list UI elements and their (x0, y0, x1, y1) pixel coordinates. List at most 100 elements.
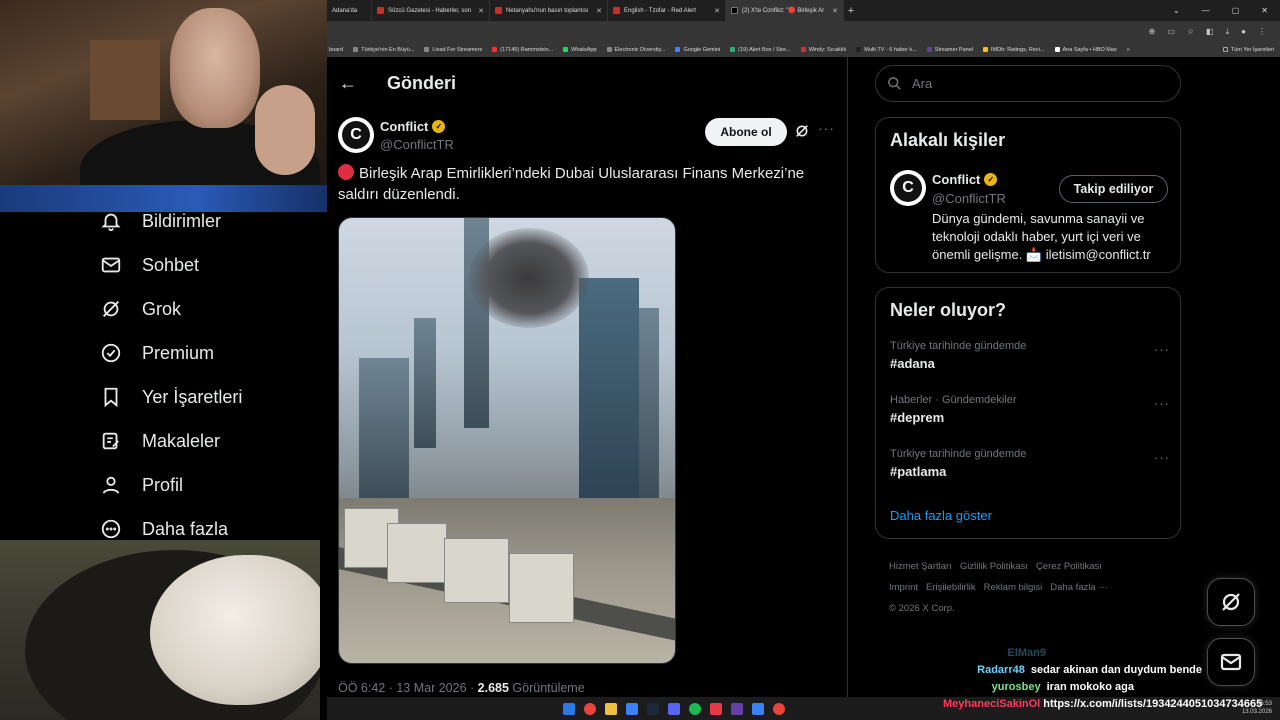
spotify-icon[interactable] (688, 702, 701, 715)
browser-tab[interactable]: English - Tzofar - Red Alert ✕ (608, 0, 726, 21)
bookmark[interactable]: Windy: Sıcaklık (800, 47, 846, 53)
bookmark[interactable]: WhatsApp (563, 47, 597, 53)
related-name[interactable]: Conflict ✓ (932, 172, 998, 187)
tab-favicon-icon (377, 7, 384, 14)
browser-tab[interactable]: Netanyahu'nun basın toplantısı ✕ (490, 0, 608, 21)
trend-context: Türkiye tarihinde gündemde (890, 340, 1027, 352)
zoom-icon[interactable]: ⊕ (1149, 27, 1156, 36)
stream-chat-overlay: ElMan9 Radarr48 sedar akinan dan duydum b… (930, 645, 1280, 696)
file-explorer-icon[interactable] (604, 702, 617, 715)
profile-avatar-icon[interactable]: ● (1241, 27, 1246, 36)
bookmark[interactable]: Ana Sayfa • HBO Max (1054, 47, 1117, 53)
bookmark[interactable]: Multi TV - 6 haber k... (856, 47, 917, 53)
bookmark-favicon-icon (606, 47, 612, 52)
app-icon[interactable] (730, 702, 743, 715)
bookmark-favicon-icon (563, 47, 569, 52)
bookmarks-more-icon[interactable]: » (1127, 47, 1130, 53)
cast-icon[interactable]: ▭ (1167, 27, 1175, 36)
copyright: © 2026 X Corp. (889, 603, 955, 614)
close-tab-icon[interactable]: ✕ (832, 7, 838, 15)
sidebar-item-grok[interactable]: Grok (100, 298, 181, 320)
author-name[interactable]: Conflict ✓ (380, 119, 446, 134)
sidebar-item-more[interactable]: Daha fazla (100, 518, 228, 540)
bookmark[interactable]: IMDb: Ratings, Revi... (983, 47, 1045, 53)
avatar[interactable]: C (890, 170, 926, 206)
close-tab-icon[interactable]: ✕ (596, 7, 602, 15)
show-more-link[interactable]: Daha fazla göster (890, 508, 992, 523)
author-handle[interactable]: @ConflictTR (380, 137, 454, 152)
bookmark[interactable]: Streamer Panel (926, 46, 973, 53)
minimize-icon[interactable]: — (1202, 6, 1210, 15)
app-icon[interactable] (625, 702, 638, 715)
trend-more-icon[interactable]: ··· (1154, 450, 1170, 465)
following-button[interactable]: Takip ediliyor (1059, 175, 1168, 203)
steam-icon[interactable] (646, 702, 659, 715)
browser-menu-icon[interactable]: ⋮ (1258, 27, 1266, 36)
tab-title: Adana'da (332, 7, 358, 14)
star-icon[interactable]: ☆ (1187, 27, 1194, 36)
chrome-icon[interactable] (772, 702, 785, 715)
grok-fab-button[interactable] (1207, 578, 1255, 626)
bookmark-favicon-icon (926, 47, 932, 52)
browser-tab[interactable]: Adana'da (327, 0, 372, 21)
browser-tab[interactable]: Sözcü Gazetesi - Haberler, son ✕ (372, 0, 490, 21)
webcam-overlay (0, 0, 327, 212)
trend-item[interactable]: Türkiye tarihinde gündemde #patlama ··· (890, 448, 1170, 479)
app-icon[interactable] (751, 702, 764, 715)
tweet-timestamp[interactable]: ÖÖ 6:42 · 13 Mar 2026 · (338, 681, 478, 695)
red-circle-icon (338, 164, 354, 180)
back-arrow-icon[interactable]: ← (339, 73, 359, 94)
footer-link[interactable]: Gizlilik Politikası (960, 561, 1028, 572)
related-name-label: Conflict (932, 172, 981, 187)
bell-icon (101, 213, 121, 232)
footer-link[interactable]: Daha fazla ··· (1050, 582, 1108, 593)
bookmark[interactable]: Google Gemini (675, 47, 720, 53)
tab-search-icon[interactable]: ⌄ (1173, 6, 1180, 15)
bookmark[interactable]: board (329, 47, 343, 53)
discord-icon[interactable] (667, 702, 680, 715)
subscribe-button[interactable]: Abone ol (705, 118, 787, 146)
close-window-icon[interactable]: ✕ (1261, 6, 1268, 15)
sidebar-item-chat[interactable]: Sohbet (100, 254, 199, 276)
all-bookmarks[interactable]: Tüm Yer İşaretleri (1222, 47, 1280, 53)
trend-item[interactable]: Haberler · Gündemdekiler #deprem ··· (890, 394, 1170, 425)
post-author: C Conflict ✓ @ConflictTR Abone ol ··· (338, 117, 838, 157)
bookmark[interactable]: Livad For Streamers (424, 47, 482, 53)
bookmark[interactable]: (17145) Rammstein... (492, 47, 553, 53)
more-options-icon[interactable]: ··· (818, 120, 835, 136)
trend-more-icon[interactable]: ··· (1154, 396, 1170, 411)
new-tab-icon[interactable]: + (844, 5, 858, 17)
browser-tab-active[interactable]: (2) X'te Conflict: "🔴 Birleşik Ar ✕ (726, 0, 844, 21)
footer-link[interactable]: Erişilebilirlik (926, 582, 976, 593)
bookmark-favicon-icon (353, 47, 359, 52)
close-tab-icon[interactable]: ✕ (714, 7, 720, 15)
avatar[interactable]: C (338, 117, 374, 153)
chrome-icon[interactable] (583, 702, 596, 715)
search-input[interactable]: Ara (875, 65, 1181, 102)
sidebar-item-label: Grok (142, 298, 182, 319)
windows-start-icon[interactable] (562, 702, 575, 715)
close-tab-icon[interactable]: ✕ (478, 7, 484, 15)
sidebar-item-profile[interactable]: Profil (100, 474, 183, 496)
extensions-icon[interactable]: ◧ (1206, 27, 1214, 36)
sidebar-item-notifications[interactable]: Bildirimler (100, 210, 221, 232)
bookmark-label: Streamer Panel (934, 46, 973, 53)
bookmark[interactable]: (19) Alert Box / Stre... (730, 47, 791, 53)
sidebar-item-articles[interactable]: Makaleler (100, 430, 220, 452)
sidebar-item-premium[interactable]: Premium (100, 342, 214, 364)
footer-link[interactable]: Reklam bilgisi (984, 582, 1043, 593)
footer-link[interactable]: Hizmet Şartları (889, 561, 952, 572)
footer-link[interactable]: Imprint (889, 582, 918, 593)
app-icon[interactable] (709, 702, 722, 715)
trend-item[interactable]: Türkiye tarihinde gündemde #adana ··· (890, 340, 1170, 371)
trend-more-icon[interactable]: ··· (1154, 342, 1170, 357)
footer-link[interactable]: Çerez Politikası (1036, 561, 1102, 572)
tweet-image[interactable] (338, 217, 676, 664)
maximize-icon[interactable]: ▢ (1232, 6, 1240, 15)
sidebar-item-bookmarks[interactable]: Yer İşaretleri (100, 386, 242, 408)
bookmark[interactable]: Electronic Diversity... (606, 47, 665, 53)
download-icon[interactable]: ⤓ (1226, 27, 1230, 37)
bookmark[interactable]: Türkiye'nin En Büyü... (353, 47, 414, 53)
grok-icon[interactable] (794, 123, 810, 139)
related-handle[interactable]: @ConflictTR (932, 191, 1006, 206)
